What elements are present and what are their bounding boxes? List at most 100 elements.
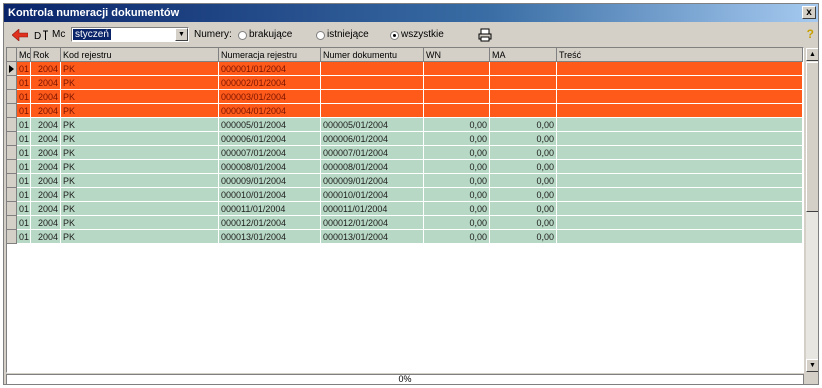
scroll-up-icon[interactable]: ▲ [806, 48, 818, 61]
cell-kod-rejestru: PK [61, 104, 219, 118]
cell-mc: 01 [17, 160, 31, 174]
row-indicator[interactable] [7, 146, 17, 160]
cell-tresc [557, 62, 803, 76]
row-indicator[interactable] [7, 216, 17, 230]
cell-ma: 0,00 [490, 160, 557, 174]
header-numer-dokumentu[interactable]: Numer dokumentu [321, 48, 424, 62]
month-select[interactable]: styczeń ▼ [71, 27, 189, 42]
row-indicator[interactable] [7, 76, 17, 90]
header-tresc[interactable]: Treść [557, 48, 803, 62]
header-ma[interactable]: MA [490, 48, 557, 62]
table-row[interactable]: 01 2004 PK 000012/01/2004 000012/01/2004 0,00… [7, 216, 803, 230]
cell-mc: 01 [17, 90, 31, 104]
cell-tresc [557, 202, 803, 216]
cell-numer-dokumentu: 000007/01/2004 [321, 146, 424, 160]
table-row[interactable]: 01 2004 PK 000013/01/2004 000013/01/2004 0,00… [7, 230, 803, 244]
table-row[interactable]: 01 2004 PK 000005/01/2004 000005/01/2004 0,00… [7, 118, 803, 132]
help-icon[interactable]: ? [807, 27, 814, 41]
table-row[interactable]: 01 2004 PK 000011/01/2004 000011/01/2004 0,00… [7, 202, 803, 216]
cell-wn [424, 76, 490, 90]
cell-wn [424, 90, 490, 104]
cell-mc: 01 [17, 216, 31, 230]
cell-rok: 2004 [31, 230, 61, 244]
cell-mc: 01 [17, 118, 31, 132]
row-indicator[interactable] [7, 62, 17, 76]
cell-tresc [557, 230, 803, 244]
find-icon[interactable]: D [34, 28, 50, 42]
back-arrow-icon[interactable] [12, 29, 28, 41]
radio-wszystkie[interactable] [390, 31, 399, 40]
cell-wn: 0,00 [424, 216, 490, 230]
radio-istniejace[interactable] [316, 31, 325, 40]
cell-kod-rejestru: PK [61, 188, 219, 202]
header-wn[interactable]: WN [424, 48, 490, 62]
scroll-down-icon[interactable]: ▼ [806, 359, 818, 372]
table-row[interactable]: 01 2004 PK 000006/01/2004 000006/01/2004 0,00… [7, 132, 803, 146]
radio-brakujace[interactable] [238, 31, 247, 40]
table-row[interactable]: 01 2004 PK 000003/01/2004 [7, 90, 803, 104]
cell-rok: 2004 [31, 90, 61, 104]
table-row[interactable]: 01 2004 PK 000010/01/2004 000010/01/2004 0,00… [7, 188, 803, 202]
cell-tresc [557, 160, 803, 174]
cell-numeracja-rejestru: 000007/01/2004 [219, 146, 321, 160]
radio-wszystkie-label: wszystkie [401, 29, 444, 40]
cell-numeracja-rejestru: 000005/01/2004 [219, 118, 321, 132]
cell-ma: 0,00 [490, 216, 557, 230]
table-row[interactable]: 01 2004 PK 000001/01/2004 [7, 62, 803, 76]
row-indicator[interactable] [7, 90, 17, 104]
cell-tresc [557, 188, 803, 202]
cell-mc: 01 [17, 132, 31, 146]
cell-tresc [557, 76, 803, 90]
title-bar: Kontrola numeracji dokumentów x [4, 4, 818, 22]
chevron-down-icon[interactable]: ▼ [175, 28, 188, 41]
cell-wn: 0,00 [424, 132, 490, 146]
header-kod-rejestru[interactable]: Kod rejestru [61, 48, 219, 62]
table-row[interactable]: 01 2004 PK 000002/01/2004 [7, 76, 803, 90]
cell-numeracja-rejestru: 000009/01/2004 [219, 174, 321, 188]
print-icon[interactable] [478, 28, 492, 42]
cell-numer-dokumentu: 000011/01/2004 [321, 202, 424, 216]
row-indicator[interactable] [7, 118, 17, 132]
header-rok[interactable]: Rok [31, 48, 61, 62]
progress-bar: 0% [6, 374, 804, 384]
cell-numeracja-rejestru: 000011/01/2004 [219, 202, 321, 216]
cell-ma [490, 76, 557, 90]
cell-numeracja-rejestru: 000001/01/2004 [219, 62, 321, 76]
header-numeracja-rejestru[interactable]: Numeracja rejestru [219, 48, 321, 62]
cell-mc: 01 [17, 202, 31, 216]
table-row[interactable]: 01 2004 PK 000008/01/2004 000008/01/2004 0,00… [7, 160, 803, 174]
window-title: Kontrola numeracji dokumentów [8, 7, 180, 19]
row-indicator[interactable] [7, 132, 17, 146]
cell-numeracja-rejestru: 000004/01/2004 [219, 104, 321, 118]
cell-numeracja-rejestru: 000012/01/2004 [219, 216, 321, 230]
table-row[interactable]: 01 2004 PK 000009/01/2004 000009/01/2004 0,00… [7, 174, 803, 188]
header-mc[interactable]: Mc [17, 48, 31, 62]
cell-ma [490, 90, 557, 104]
table-row[interactable]: 01 2004 PK 000004/01/2004 [7, 104, 803, 118]
cell-numer-dokumentu: 000005/01/2004 [321, 118, 424, 132]
vertical-scrollbar[interactable]: ▲ ▼ [806, 48, 818, 372]
cell-numeracja-rejestru: 000008/01/2004 [219, 160, 321, 174]
row-indicator[interactable] [7, 104, 17, 118]
cell-wn: 0,00 [424, 146, 490, 160]
scroll-thumb[interactable] [806, 62, 818, 212]
table-row[interactable]: 01 2004 PK 000007/01/2004 000007/01/2004 0,00… [7, 146, 803, 160]
radio-istniejace-label: istniejące [327, 29, 369, 40]
row-indicator[interactable] [7, 202, 17, 216]
header-indicator [7, 48, 17, 62]
close-button[interactable]: x [802, 6, 816, 19]
cell-tresc [557, 118, 803, 132]
row-indicator[interactable] [7, 174, 17, 188]
cell-rok: 2004 [31, 160, 61, 174]
cell-wn [424, 104, 490, 118]
month-select-value: styczeń [73, 29, 111, 40]
cell-ma: 0,00 [490, 174, 557, 188]
cell-numer-dokumentu: 000010/01/2004 [321, 188, 424, 202]
cell-tresc [557, 104, 803, 118]
cell-tresc [557, 90, 803, 104]
row-indicator[interactable] [7, 230, 17, 244]
row-indicator[interactable] [7, 160, 17, 174]
radio-brakujace-label: brakujące [249, 29, 293, 40]
row-indicator[interactable] [7, 188, 17, 202]
numery-label: Numery: [194, 29, 232, 40]
